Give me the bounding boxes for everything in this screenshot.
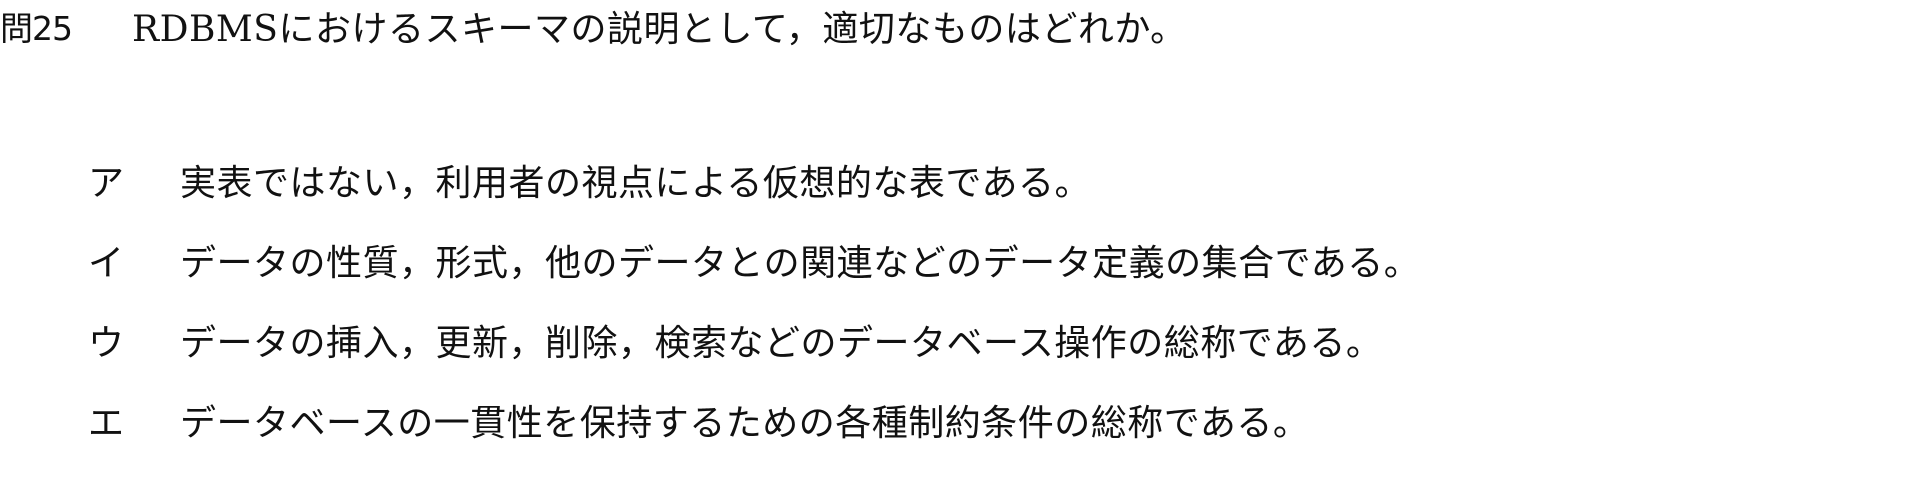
- question-number: 問25: [0, 9, 73, 48]
- answer-choices: ア 実表ではない，利用者の視点による仮想的な表である。 イ データの性質，形式，…: [88, 158, 1420, 478]
- choice-i: イ データの性質，形式，他のデータとの関連などのデータ定義の集合である。: [88, 238, 1420, 284]
- choice-text: データの性質，形式，他のデータとの関連などのデータ定義の集合である。: [180, 243, 1421, 284]
- choice-a: ア 実表ではない，利用者の視点による仮想的な表である。: [88, 158, 1420, 204]
- choice-label: ア: [88, 163, 125, 204]
- question-text: RDBMSにおけるスキーマの説明として，適切なものはどれか。: [132, 9, 1187, 50]
- choice-label: ウ: [88, 323, 125, 364]
- choice-u: ウ データの挿入，更新，削除，検索などのデータベース操作の総称である。: [88, 318, 1420, 364]
- choice-text: データベースの一貫性を保持するための各種制約条件の総称である。: [180, 403, 1310, 444]
- choice-e: エ データベースの一貫性を保持するための各種制約条件の総称である。: [88, 398, 1420, 444]
- choice-label: エ: [88, 403, 125, 444]
- question-header: 問25 RDBMSにおけるスキーマの説明として，適切なものはどれか。: [0, 4, 1187, 50]
- choice-text: 実表ではない，利用者の視点による仮想的な表である。: [180, 163, 1092, 204]
- choice-text: データの挿入，更新，削除，検索などのデータベース操作の総称である。: [180, 323, 1383, 364]
- choice-label: イ: [88, 243, 125, 284]
